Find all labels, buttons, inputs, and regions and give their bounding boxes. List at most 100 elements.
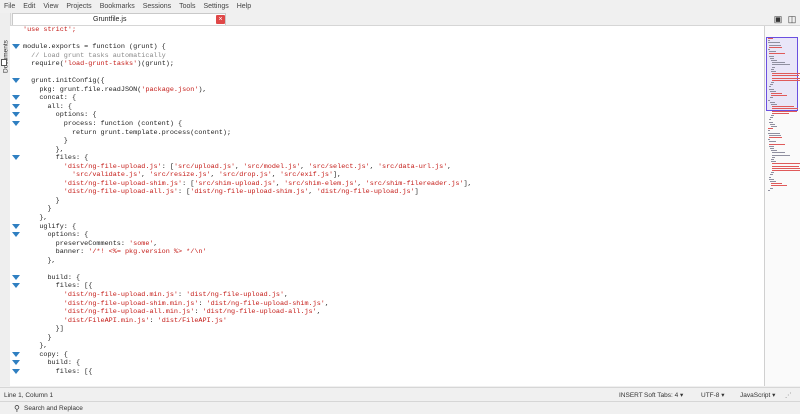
code-token: ,	[276, 180, 284, 188]
code-token: require(	[23, 60, 64, 68]
menu-item-settings[interactable]: Settings	[199, 3, 232, 10]
code-area[interactable]: 'use strict'; module.exports = function (…	[23, 26, 763, 386]
code-line[interactable]: 'dist/ng-file-upload-all.min.js': 'dist/…	[23, 308, 763, 317]
menu-item-file[interactable]: File	[0, 3, 19, 10]
input-mode[interactable]: INSERT	[619, 392, 643, 399]
code-line[interactable]: all: {	[23, 103, 763, 112]
code-token: return grunt.template.process(content);	[23, 129, 231, 137]
minimap-line	[768, 139, 770, 140]
code-line[interactable]: build: {	[23, 359, 763, 368]
fold-toggle-icon[interactable]	[12, 121, 20, 126]
code-line[interactable]: files: {	[23, 154, 763, 163]
resize-grip-icon[interactable]: ⋰	[785, 391, 792, 399]
menu-item-edit[interactable]: Edit	[19, 3, 39, 10]
search-bar[interactable]: ⚲ Search and Replace	[0, 401, 800, 414]
tab-gruntfile[interactable]: Gruntfile.js ×	[12, 13, 226, 25]
menu-bar: FileEditViewProjectsBookmarksSessionsToo…	[0, 0, 800, 13]
code-line[interactable]: return grunt.template.process(content);	[23, 129, 763, 138]
fold-toggle-icon[interactable]	[12, 155, 20, 160]
code-line[interactable]: 'dist/ng-file-upload.js': ['src/upload.j…	[23, 163, 763, 172]
code-line[interactable]	[23, 69, 763, 78]
fold-toggle-icon[interactable]	[12, 224, 20, 229]
minimap-line	[770, 91, 776, 92]
soft-tabs-selector[interactable]: Soft Tabs: 4 ▾	[644, 391, 683, 399]
code-line[interactable]: },	[23, 257, 763, 266]
fold-toggle-icon[interactable]	[12, 275, 20, 280]
menu-item-help[interactable]: Help	[233, 3, 255, 10]
code-line[interactable]: }]	[23, 325, 763, 334]
code-line[interactable]: uglify: {	[23, 223, 763, 232]
fold-toggle-icon[interactable]	[12, 95, 20, 100]
string-token: 'some'	[129, 240, 153, 248]
fold-toggle-icon[interactable]	[12, 78, 20, 83]
fold-toggle-icon[interactable]	[12, 352, 20, 357]
code-line[interactable]: options: {	[23, 231, 763, 240]
code-line[interactable]: 'dist/ng-file-upload-shim.js': ['src/shi…	[23, 180, 763, 189]
menu-item-bookmarks[interactable]: Bookmarks	[96, 3, 139, 10]
code-line[interactable]: }	[23, 137, 763, 146]
code-line[interactable]	[23, 35, 763, 44]
fold-toggle-icon[interactable]	[12, 112, 20, 117]
code-line[interactable]: 'dist/ng-file-upload.min.js': 'dist/ng-f…	[23, 291, 763, 300]
code-line[interactable]: },	[23, 342, 763, 351]
code-line[interactable]: build: {	[23, 274, 763, 283]
code-line[interactable]: banner: '/*! <%= pkg.version %> */\n'	[23, 248, 763, 257]
menu-item-view[interactable]: View	[39, 3, 62, 10]
string-token: 'package.json'	[141, 86, 198, 94]
code-line[interactable]: }	[23, 197, 763, 206]
fold-toggle-icon[interactable]	[12, 369, 20, 374]
fold-toggle-icon[interactable]	[12, 360, 20, 365]
code-line[interactable]: 'dist/ng-file-upload-shim.min.js': 'dist…	[23, 300, 763, 309]
code-token: options: {	[23, 231, 88, 239]
code-line[interactable]: pkg: grunt.file.readJSON('package.json')…	[23, 86, 763, 95]
menu-item-projects[interactable]: Projects	[62, 3, 95, 10]
minimap[interactable]	[764, 26, 800, 386]
fold-toggle-icon[interactable]	[12, 232, 20, 237]
search-label[interactable]: Search and Replace	[24, 405, 83, 412]
fold-toggle-icon[interactable]	[12, 104, 20, 109]
fold-toggle-icon[interactable]	[12, 283, 20, 288]
code-line[interactable]: module.exports = function (grunt) {	[23, 43, 763, 52]
code-line[interactable]: copy: {	[23, 351, 763, 360]
close-icon[interactable]: ×	[216, 15, 225, 24]
code-line[interactable]: }	[23, 205, 763, 214]
code-token: options: {	[23, 111, 96, 119]
code-line[interactable]: concat: {	[23, 94, 763, 103]
fold-toggle-icon[interactable]	[12, 44, 20, 49]
minimap-line	[771, 104, 777, 105]
code-token: },	[23, 342, 47, 350]
folder-icon[interactable]: ◫	[787, 14, 797, 24]
code-line[interactable]: options: {	[23, 111, 763, 120]
documents-icon[interactable]	[1, 59, 7, 66]
code-line[interactable]: }	[23, 334, 763, 343]
code-line[interactable]: process: function (content) {	[23, 120, 763, 129]
code-line[interactable]: preserveComments: 'some',	[23, 240, 763, 249]
code-token: },	[23, 214, 47, 222]
document-icon[interactable]: ▣	[773, 14, 783, 24]
code-line[interactable]: grunt.initConfig({	[23, 77, 763, 86]
code-line[interactable]: require('load-grunt-tasks')(grunt);	[23, 60, 763, 69]
code-editor[interactable]: 'use strict'; module.exports = function (…	[10, 26, 764, 386]
code-line[interactable]	[23, 265, 763, 274]
search-icon[interactable]: ⚲	[14, 404, 20, 413]
menu-item-tools[interactable]: Tools	[175, 3, 199, 10]
code-line[interactable]: files: [{	[23, 368, 763, 377]
code-line[interactable]: 'dist/ng-file-upload-all.js': ['dist/ng-…	[23, 188, 763, 197]
string-token: 'dist/ng-file-upload.js'	[23, 163, 162, 171]
code-line[interactable]: // Load grunt tasks automatically	[23, 52, 763, 61]
encoding-selector[interactable]: UTF-8 ▾	[701, 391, 725, 399]
code-line[interactable]: files: [{	[23, 282, 763, 291]
documents-tab[interactable]: Documents	[3, 40, 10, 74]
code-line[interactable]: },	[23, 146, 763, 155]
code-line[interactable]: },	[23, 214, 763, 223]
minimap-line	[772, 73, 800, 74]
minimap-line	[768, 49, 770, 50]
code-line[interactable]: 'dist/FileAPI.min.js': 'dist/FileAPI.js'	[23, 317, 763, 326]
menu-item-sessions[interactable]: Sessions	[139, 3, 175, 10]
code-line[interactable]: 'use strict';	[23, 26, 763, 35]
language-selector[interactable]: JavaScript ▾	[740, 391, 775, 399]
minimap-line	[772, 67, 776, 68]
minimap-line	[769, 47, 782, 48]
minimap-line	[771, 172, 774, 173]
code-line[interactable]: 'src/validate.js', 'src/resize.js', 'src…	[23, 171, 763, 180]
